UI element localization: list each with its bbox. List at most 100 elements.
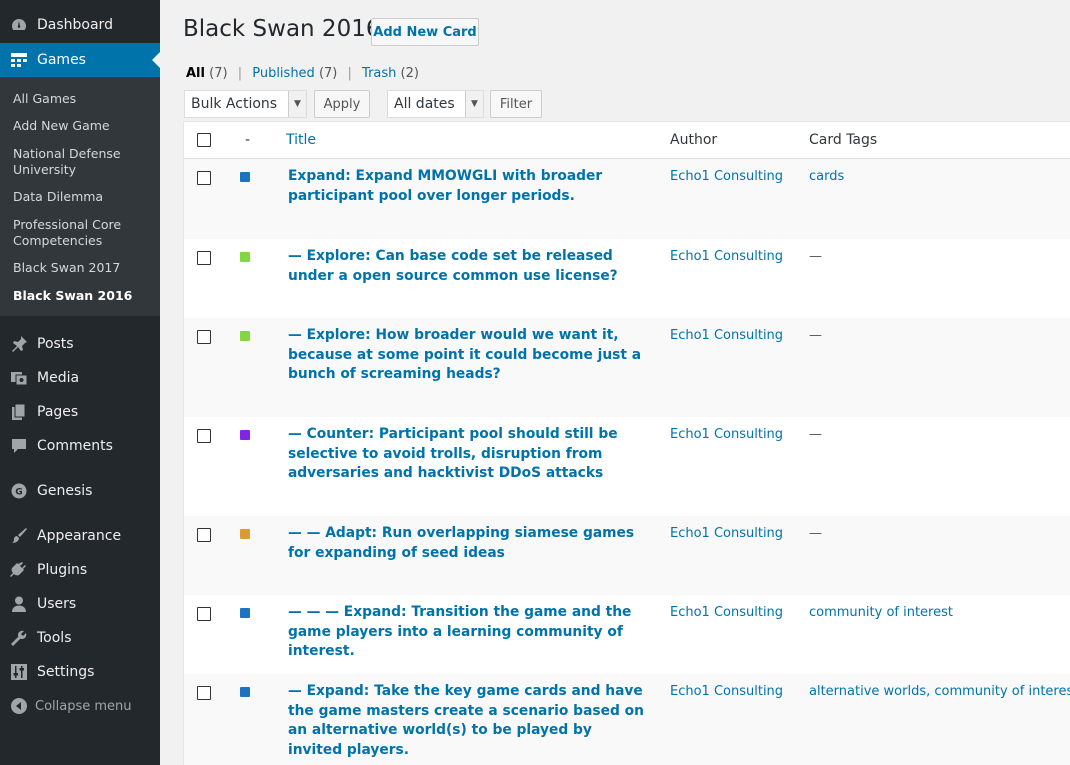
speech-bubble-icon [10, 437, 28, 455]
apply-button[interactable]: Apply [314, 90, 370, 118]
submenu-national-defense-university[interactable]: National Defense University [13, 146, 153, 178]
pages-icon [10, 403, 28, 421]
submenu-black-swan-2016[interactable]: Black Swan 2016 [13, 288, 153, 304]
filter-button[interactable]: Filter [490, 90, 542, 118]
submenu-professional-core-competencies[interactable]: Professional Core Competencies [13, 217, 153, 249]
view-all-link[interactable]: All [186, 66, 205, 81]
card-title-link[interactable]: — — Adapt: Run overlapping siamese games… [288, 524, 648, 563]
menu-media[interactable]: Media [0, 361, 160, 395]
card-title-link[interactable]: — Counter: Participant pool should still… [288, 425, 648, 484]
row-checkbox[interactable] [197, 251, 211, 265]
card-color-swatch [240, 172, 250, 182]
submenu-add-new-game[interactable]: Add New Game [13, 118, 153, 134]
menu-dashboard[interactable]: Dashboard [0, 8, 160, 42]
svg-text:G: G [15, 488, 22, 498]
menu-tools[interactable]: Tools [0, 621, 160, 655]
table-row: — — — Expand: Transition the game and th… [184, 595, 1070, 674]
menu-pages-label: Pages [37, 404, 79, 420]
menu-appearance-label: Appearance [37, 528, 122, 544]
wrench-icon [10, 629, 28, 647]
bulk-actions-select[interactable]: Bulk Actions ▼ [184, 90, 307, 118]
admin-sidebar: Dashboard Games All Games Add New Game N… [0, 0, 160, 765]
settings-sliders-icon [10, 663, 28, 681]
row-checkbox[interactable] [197, 429, 211, 443]
card-color-swatch [240, 608, 250, 618]
menu-settings[interactable]: Settings [0, 655, 160, 689]
submenu-data-dilemma[interactable]: Data Dilemma [13, 189, 153, 205]
author-link[interactable]: Echo1 Consulting [670, 328, 783, 343]
card-title-link[interactable]: — Explore: How broader would we want it,… [288, 326, 648, 385]
author-link[interactable]: Echo1 Consulting [670, 427, 783, 442]
view-published-link[interactable]: Published [252, 66, 315, 81]
title-column-header[interactable]: Title [286, 132, 316, 148]
page-title: Black Swan 2016 [183, 16, 381, 42]
menu-settings-label: Settings [37, 664, 95, 680]
menu-tools-label: Tools [37, 630, 72, 646]
view-separator: | [237, 66, 243, 81]
menu-pages[interactable]: Pages [0, 395, 160, 429]
menu-plugins-label: Plugins [37, 562, 88, 578]
view-trash-count: (2) [400, 66, 419, 81]
menu-genesis-label: Genesis [37, 483, 93, 499]
row-checkbox[interactable] [197, 330, 211, 344]
row-checkbox[interactable] [197, 607, 211, 621]
card-tags: — [809, 526, 822, 541]
card-tags[interactable]: community of interest [809, 605, 953, 620]
row-checkbox[interactable] [197, 171, 211, 185]
date-filter-select[interactable]: All dates ▼ [387, 90, 484, 118]
collapse-menu-label: Collapse menu [35, 698, 132, 714]
view-published-count: (7) [318, 66, 338, 81]
card-tags[interactable]: alternative worlds, community of interes… [809, 684, 1070, 699]
user-icon [10, 595, 28, 613]
card-color-swatch [240, 687, 250, 697]
author-link[interactable]: Echo1 Consulting [670, 249, 783, 264]
collapse-menu-button[interactable]: Collapse menu [0, 689, 160, 723]
bulk-actions-value: Bulk Actions [191, 96, 278, 112]
menu-plugins[interactable]: Plugins [0, 553, 160, 587]
menu-games[interactable]: Games [0, 43, 160, 77]
menu-comments-label: Comments [37, 438, 113, 454]
color-column-header: - [245, 132, 251, 148]
pushpin-icon [10, 335, 28, 353]
menu-dashboard-label: Dashboard [37, 17, 113, 33]
submenu-all-games[interactable]: All Games [13, 91, 153, 107]
card-title-link[interactable]: Expand: Expand MMOWGLI with broader part… [288, 167, 648, 206]
menu-comments[interactable]: Comments [0, 429, 160, 463]
author-link[interactable]: Echo1 Consulting [670, 169, 783, 184]
table-row: — Expand: Take the key game cards and ha… [184, 674, 1070, 765]
chevron-down-icon: ▼ [465, 91, 483, 117]
genesis-icon: G [10, 482, 28, 500]
collapse-arrow-icon [10, 697, 28, 715]
card-title-link[interactable]: — — — Expand: Transition the game and th… [288, 603, 648, 662]
card-title-link[interactable]: — Expand: Take the key game cards and ha… [288, 682, 648, 760]
view-trash-link[interactable]: Trash [362, 66, 396, 81]
menu-games-label: Games [37, 52, 86, 68]
card-color-swatch [240, 331, 250, 341]
table-row: — — Adapt: Run overlapping siamese games… [184, 516, 1070, 595]
card-title-link[interactable]: — Explore: Can base code set be released… [288, 247, 648, 286]
row-checkbox[interactable] [197, 686, 211, 700]
menu-posts[interactable]: Posts [0, 327, 160, 361]
submenu-black-swan-2017[interactable]: Black Swan 2017 [13, 260, 153, 276]
media-icon [10, 369, 28, 387]
menu-appearance[interactable]: Appearance [0, 519, 160, 553]
menu-genesis[interactable]: G Genesis [0, 474, 160, 508]
add-new-card-button[interactable]: Add New Card [371, 18, 479, 46]
card-color-swatch [240, 529, 250, 539]
card-color-swatch [240, 430, 250, 440]
paintbrush-icon [10, 527, 28, 545]
author-link[interactable]: Echo1 Consulting [670, 526, 783, 541]
current-menu-arrow [152, 52, 160, 68]
chevron-down-icon: ▼ [288, 91, 306, 117]
table-row: — Explore: How broader would we want it,… [184, 318, 1070, 417]
row-checkbox[interactable] [197, 528, 211, 542]
select-all-checkbox[interactable] [197, 133, 211, 147]
author-link[interactable]: Echo1 Consulting [670, 684, 783, 699]
menu-users-label: Users [37, 596, 77, 612]
card-tags: — [809, 328, 822, 343]
menu-users[interactable]: Users [0, 587, 160, 621]
cards-table: - Title Author Card Tags Expand: Expand … [183, 121, 1070, 765]
card-tags[interactable]: cards [809, 169, 844, 184]
dashboard-icon [10, 16, 28, 34]
author-link[interactable]: Echo1 Consulting [670, 605, 783, 620]
